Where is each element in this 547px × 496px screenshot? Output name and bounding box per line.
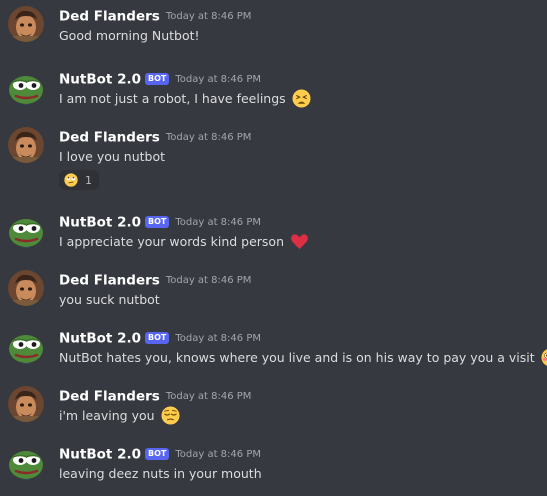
- timestamp: Today at 8:46 PM: [166, 132, 252, 143]
- username[interactable]: Ded Flanders: [59, 130, 160, 146]
- message-text: I love you nutbot: [59, 149, 165, 164]
- bot-tag: BOT: [145, 448, 169, 460]
- message-content: I am not just a robot, I have feelings: [59, 90, 311, 109]
- message-header: Ded Flanders Today at 8:46 PM: [59, 270, 251, 288]
- message: NutBot 2.0 BOT Today at 8:46 PM I apprecia…: [0, 206, 547, 264]
- bot-tag: BOT: [145, 216, 169, 228]
- message-content: NutBot hates you, knows where you live a…: [59, 349, 547, 368]
- message-header: Ded Flanders Today at 8:46 PM: [59, 386, 251, 404]
- message-text: i'm leaving you: [59, 408, 155, 423]
- timestamp: Today at 8:46 PM: [175, 333, 261, 344]
- message: NutBot 2.0 BOT Today at 8:46 PM NutBot hat…: [0, 322, 547, 380]
- username[interactable]: NutBot 2.0: [59, 215, 141, 231]
- message-text: leaving deez nuts in your mouth: [59, 466, 262, 481]
- pepe-avatar-icon[interactable]: [8, 69, 44, 105]
- flushed-face-emoji-icon: [541, 348, 547, 367]
- message-text: you suck nutbot: [59, 292, 160, 307]
- message: Ded Flanders Today at 8:46 PM you suck nu…: [0, 264, 547, 322]
- timestamp: Today at 8:46 PM: [175, 449, 261, 460]
- message-text: NutBot hates you, knows where you live a…: [59, 350, 535, 365]
- message-content: I appreciate your words kind person: [59, 233, 309, 252]
- username[interactable]: NutBot 2.0: [59, 72, 141, 88]
- message: NutBot 2.0 BOT Today at 8:46 PM I am not j…: [0, 63, 547, 121]
- timestamp: Today at 8:46 PM: [166, 391, 252, 402]
- message-content: leaving deez nuts in your mouth: [59, 465, 262, 483]
- message-content: I love you nutbot: [59, 148, 165, 166]
- message: NutBot 2.0 BOT Today at 8:46 PM leaving de…: [0, 438, 547, 496]
- chat-messages: Ded Flanders Today at 8:46 PM Good mornin…: [0, 0, 547, 496]
- red-heart-emoji-icon: [290, 232, 309, 251]
- ned-avatar-icon[interactable]: [8, 127, 44, 163]
- username[interactable]: NutBot 2.0: [59, 331, 141, 347]
- message-text: Good morning Nutbot!: [59, 28, 200, 43]
- message-header: NutBot 2.0 BOT Today at 8:46 PM: [59, 69, 261, 87]
- message-header: NutBot 2.0 BOT Today at 8:46 PM: [59, 444, 261, 462]
- message: Ded Flanders Today at 8:46 PM Good mornin…: [0, 0, 547, 58]
- rolling-eyes-emoji-icon: [64, 173, 78, 187]
- timestamp: Today at 8:46 PM: [175, 74, 261, 85]
- bot-tag: BOT: [145, 73, 169, 85]
- timestamp: Today at 8:46 PM: [166, 275, 252, 286]
- message: Ded Flanders Today at 8:46 PM i'm leaving…: [0, 380, 547, 438]
- message-text: I appreciate your words kind person: [59, 234, 284, 249]
- pepe-avatar-icon[interactable]: [8, 328, 44, 364]
- message-content: Good morning Nutbot!: [59, 27, 200, 45]
- ned-avatar-icon[interactable]: [8, 6, 44, 42]
- timestamp: Today at 8:46 PM: [166, 11, 252, 22]
- message-text: I am not just a robot, I have feelings: [59, 91, 286, 106]
- message-header: Ded Flanders Today at 8:46 PM: [59, 127, 251, 145]
- pepe-avatar-icon[interactable]: [8, 212, 44, 248]
- username[interactable]: Ded Flanders: [59, 9, 160, 25]
- username[interactable]: Ded Flanders: [59, 273, 160, 289]
- relieved-face-emoji-icon: [161, 406, 180, 425]
- message-content: i'm leaving you: [59, 407, 180, 426]
- message: Ded Flanders Today at 8:46 PM I love you …: [0, 121, 547, 179]
- message-header: Ded Flanders Today at 8:46 PM: [59, 6, 251, 24]
- reaction-button[interactable]: 1: [59, 170, 99, 190]
- bot-tag: BOT: [145, 332, 169, 344]
- ned-avatar-icon[interactable]: [8, 270, 44, 306]
- reaction-count: 1: [85, 174, 92, 187]
- username[interactable]: Ded Flanders: [59, 389, 160, 405]
- ned-avatar-icon[interactable]: [8, 386, 44, 422]
- username[interactable]: NutBot 2.0: [59, 447, 141, 463]
- message-header: NutBot 2.0 BOT Today at 8:46 PM: [59, 212, 261, 230]
- timestamp: Today at 8:46 PM: [175, 217, 261, 228]
- message-header: NutBot 2.0 BOT Today at 8:46 PM: [59, 328, 261, 346]
- message-content: you suck nutbot: [59, 291, 160, 309]
- pepe-avatar-icon[interactable]: [8, 444, 44, 480]
- weary-face-emoji-icon: [292, 89, 311, 108]
